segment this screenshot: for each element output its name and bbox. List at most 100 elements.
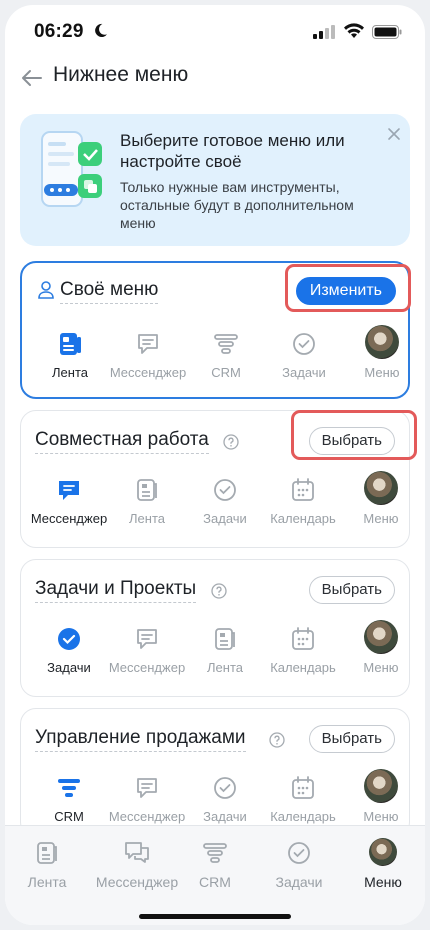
crm-icon (58, 779, 80, 797)
tasks-icon (58, 628, 80, 650)
menu-item-tasks: Задачи (30, 626, 108, 686)
card-collaboration[interactable]: Совместная работа Выбрать Мессенджер Лен… (20, 410, 410, 548)
phone-screen: 06:29 Нижнее меню Выберите готовое меню … (5, 5, 425, 925)
menu-item-messenger: Мессенджер (108, 626, 186, 686)
avatar (364, 769, 398, 803)
feed-icon (215, 628, 235, 650)
menu-item-messenger: Мессенджер (30, 477, 108, 537)
tab-label: Меню (364, 874, 402, 890)
menu-item-calendar: Календарь (264, 626, 342, 686)
menu-item-menu: Меню (342, 620, 420, 686)
card-title: Задачи и Проекты (35, 578, 197, 603)
card-title: Своё меню (60, 279, 159, 304)
messenger-icon (138, 334, 158, 354)
item-label: Меню (363, 660, 399, 675)
card-sales[interactable]: Управление продажами Выбрать CRM Мессенд… (20, 708, 410, 838)
messenger-icon (59, 481, 79, 500)
user-icon (38, 281, 54, 299)
item-label: Задачи (203, 511, 247, 526)
menu-item-tasks: Задачи (265, 331, 343, 391)
tab-label: Задачи (275, 874, 323, 890)
item-label: Мессенджер (108, 660, 186, 675)
promo-banner: Выберите готовое меню или настройте своё… (20, 114, 410, 246)
tasks-icon (288, 842, 310, 864)
item-label: Мессенджер (109, 365, 187, 380)
item-label: Календарь (270, 809, 336, 824)
messenger-icon (137, 629, 157, 649)
crm-icon (214, 334, 238, 354)
item-label: Календарь (270, 660, 336, 675)
menu-item-menu: Меню (342, 471, 420, 537)
edit-button[interactable]: Изменить (295, 277, 396, 305)
avatar (369, 838, 397, 866)
select-button[interactable]: Выбрать (308, 427, 395, 455)
tab-label: Лента (27, 874, 67, 890)
menu-item-menu: Меню (343, 325, 421, 391)
item-label: Лента (52, 365, 88, 380)
item-label: Задачи (203, 809, 247, 824)
messenger-icon (137, 778, 157, 798)
card-title: Управление продажами (35, 727, 246, 752)
item-label: Мессенджер (108, 809, 186, 824)
tab-messenger[interactable]: Мессенджер (87, 840, 187, 892)
back-arrow-icon[interactable] (19, 65, 45, 91)
item-label: Лента (129, 511, 165, 526)
bottom-tab-bar: Лента Мессенджер CRM Задачи Меню (5, 825, 425, 925)
signal-icon (313, 25, 335, 39)
menu-item-crm: CRM (187, 331, 265, 391)
item-label: Меню (363, 511, 399, 526)
item-label: CRM (54, 809, 84, 824)
promo-title: Выберите готовое меню или настройте своё (120, 131, 345, 171)
help-icon[interactable] (211, 583, 227, 599)
feed-icon (60, 333, 81, 355)
crm-icon (203, 843, 227, 863)
item-label: Календарь (270, 511, 336, 526)
feed-icon (37, 842, 57, 864)
tab-tasks[interactable]: Задачи (257, 840, 341, 892)
close-icon[interactable] (386, 126, 402, 142)
messenger-icon (125, 842, 149, 863)
page-title: Нижнее меню (53, 63, 189, 86)
menu-item-messenger: Мессенджер (109, 331, 187, 391)
menu-item-feed: Лента (108, 477, 186, 537)
menu-item-feed: Лента (186, 626, 264, 686)
avatar (364, 471, 398, 505)
card-title: Совместная работа (35, 429, 209, 454)
item-label: CRM (211, 365, 241, 380)
calendar-icon (292, 478, 314, 501)
help-icon[interactable] (269, 732, 285, 748)
item-label: Лента (207, 660, 243, 675)
card-tasks-projects[interactable]: Задачи и Проекты Выбрать Задачи Мессендж… (20, 559, 410, 697)
tab-label: Мессенджер (95, 874, 179, 890)
menu-item-feed: Лента (31, 331, 109, 391)
promo-subtitle: Только нужные вам инструменты, остальные… (120, 179, 354, 231)
wifi-icon (344, 23, 364, 38)
tasks-icon (214, 777, 236, 799)
calendar-icon (292, 627, 314, 650)
tab-feed[interactable]: Лента (5, 840, 89, 892)
menu-item-calendar: Календарь (264, 477, 342, 537)
item-label: Меню (363, 809, 399, 824)
help-icon[interactable] (223, 434, 239, 450)
tab-label: CRM (199, 874, 231, 890)
tasks-icon (214, 479, 236, 501)
select-button[interactable]: Выбрать (308, 576, 395, 604)
item-label: Задачи (47, 660, 91, 675)
status-bar: 06:29 (5, 5, 425, 57)
avatar (365, 325, 399, 359)
calendar-icon (292, 776, 314, 799)
tab-menu[interactable]: Меню (341, 838, 425, 892)
item-label: Мессенджер (30, 511, 108, 526)
battery-icon (372, 25, 402, 39)
item-label: Задачи (282, 365, 326, 380)
home-indicator (139, 914, 291, 919)
moon-icon (95, 23, 108, 38)
card-custom-menu[interactable]: Своё меню Изменить Лента Мессенджер CRM … (20, 261, 410, 399)
tab-crm[interactable]: CRM (173, 840, 257, 892)
select-button[interactable]: Выбрать (308, 725, 395, 753)
tasks-icon (293, 333, 315, 355)
feed-icon (137, 479, 157, 501)
status-time: 06:29 (34, 21, 84, 42)
menu-illustration-icon (41, 131, 102, 207)
item-label: Меню (364, 365, 400, 380)
